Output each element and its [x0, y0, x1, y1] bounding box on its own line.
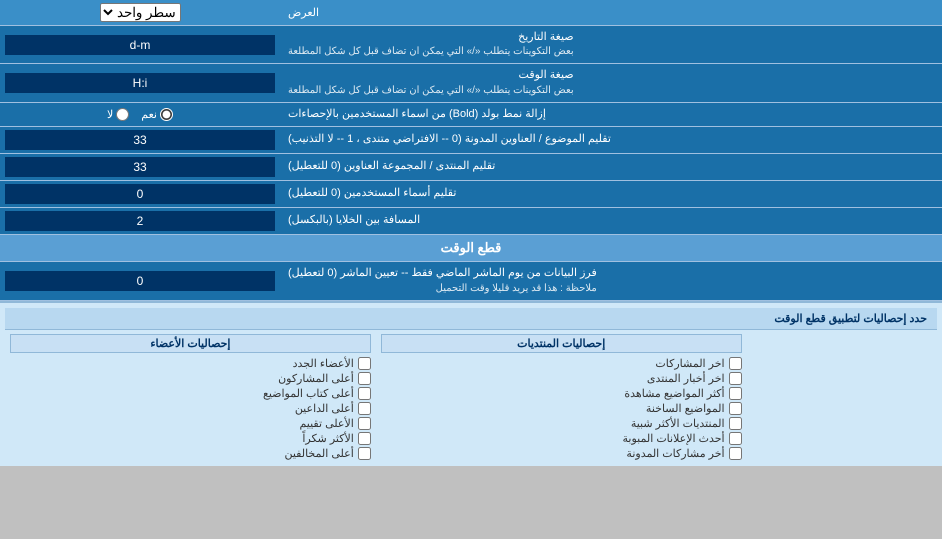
stat-item-posts-5: أحدث الإعلانات المبوبة	[381, 431, 742, 446]
forum-titles-input-wrap	[0, 154, 280, 180]
stat-checkbox-members-0[interactable]	[358, 357, 371, 370]
date-format-sublabel: بعض التكوينات يتطلب «/» التي يمكن ان تضا…	[288, 45, 574, 59]
bold-yes-radio[interactable]	[160, 108, 173, 121]
stat-item-members-2: أعلى كتاب المواضيع	[10, 386, 371, 401]
date-format-input-wrap	[0, 26, 280, 63]
bold-remove-input-wrap: نعم لا	[0, 103, 280, 126]
cutoff-days-input-wrap	[0, 262, 280, 299]
stat-item-posts-4: المنتديات الأكثر شبية	[381, 416, 742, 431]
stat-checkbox-members-4[interactable]	[358, 417, 371, 430]
time-format-title: صيغة الوقت	[288, 68, 574, 83]
stats-col-empty	[747, 334, 937, 461]
stat-checkbox-members-3[interactable]	[358, 402, 371, 415]
stat-item-members-3: أعلى الداعين	[10, 401, 371, 416]
stat-checkbox-posts-6[interactable]	[729, 447, 742, 460]
posts-stats-title: إحصاليات المنتديات	[381, 334, 742, 353]
stat-item-members-4: الأعلى تقييم	[10, 416, 371, 431]
stat-checkbox-members-1[interactable]	[358, 372, 371, 385]
cutoff-days-label: فرز البيانات من يوم الماشر الماضي فقط --…	[280, 262, 942, 299]
bold-no-radio[interactable]	[116, 108, 129, 121]
header-row: العرض سطر واحد	[0, 0, 942, 26]
members-stats-title: إحصاليات الأعضاء	[10, 334, 371, 353]
cutoff-days-input[interactable]	[5, 271, 275, 291]
stat-item-members-5: الأكثر شكراً	[10, 431, 371, 446]
header-input-area: سطر واحد	[0, 0, 280, 25]
header-label: العرض	[280, 0, 942, 25]
stat-checkbox-posts-2[interactable]	[729, 387, 742, 400]
stat-item-members-1: أعلى المشاركون	[10, 371, 371, 386]
bold-remove-label: إزالة نمط بولد (Bold) من اسماء المستخدمي…	[280, 103, 942, 126]
cell-spacing-input-wrap	[0, 208, 280, 234]
stats-section: حدد إحصاليات لتطبيق قطع الوقت إحصاليات ا…	[0, 301, 942, 466]
stats-col-posts: إحصاليات المنتديات اخر المشاركات اخر أخب…	[376, 334, 747, 461]
date-format-label: صيغة التاريخ بعض التكوينات يتطلب «/» الت…	[280, 26, 942, 63]
cutoff-days-title: فرز البيانات من يوم الماشر الماضي فقط --…	[288, 266, 597, 281]
date-format-title: صيغة التاريخ	[288, 30, 574, 45]
bold-no-label[interactable]: لا	[107, 108, 129, 121]
stats-col-members: إحصاليات الأعضاء الأعضاء الجدد أعلى المش…	[5, 334, 376, 461]
time-format-sublabel: بعض التكوينات يتطلب «/» التي يمكن ان تضا…	[288, 84, 574, 98]
time-format-input[interactable]	[5, 73, 275, 93]
stat-checkbox-posts-4[interactable]	[729, 417, 742, 430]
date-format-row: صيغة التاريخ بعض التكوينات يتطلب «/» الت…	[0, 26, 942, 64]
stat-item-members-0: الأعضاء الجدد	[10, 356, 371, 371]
stat-item-members-6: أعلى المخالفين	[10, 446, 371, 461]
stat-item-posts-0: اخر المشاركات	[381, 356, 742, 371]
bold-radio-group: نعم لا	[107, 108, 173, 121]
stat-item-posts-6: أخر مشاركات المدونة	[381, 446, 742, 461]
stat-item-posts-3: المواضيع الساخنة	[381, 401, 742, 416]
forum-titles-label: تقليم المنتدى / المجموعة العناوين (0 للت…	[280, 154, 942, 180]
topic-titles-input-wrap	[0, 127, 280, 153]
date-format-input[interactable]	[5, 35, 275, 55]
forum-titles-title: تقليم المنتدى / المجموعة العناوين (0 للت…	[288, 159, 495, 174]
topic-titles-input[interactable]	[5, 130, 275, 150]
stat-item-posts-2: أكثر المواضيع مشاهدة	[381, 386, 742, 401]
usernames-input-wrap	[0, 181, 280, 207]
stats-columns: إحصاليات المنتديات اخر المشاركات اخر أخب…	[5, 334, 937, 461]
topic-titles-title: تقليم الموضوع / العناوين المدونة (0 -- ا…	[288, 132, 611, 147]
time-format-label: صيغة الوقت بعض التكوينات يتطلب «/» التي …	[280, 64, 942, 101]
stat-checkbox-posts-5[interactable]	[729, 432, 742, 445]
stat-checkbox-members-5[interactable]	[358, 432, 371, 445]
cutoff-section-header: قطع الوقت	[0, 235, 942, 262]
stat-checkbox-members-6[interactable]	[358, 447, 371, 460]
usernames-title: تقليم أسماء المستخدمين (0 للتعطيل)	[288, 186, 456, 201]
stats-header: حدد إحصاليات لتطبيق قطع الوقت	[5, 308, 937, 330]
header-title: العرض	[288, 6, 319, 19]
bold-yes-label[interactable]: نعم	[141, 108, 173, 121]
cell-spacing-label: المسافة بين الخلايا (بالبكسل)	[280, 208, 942, 234]
time-format-row: صيغة الوقت بعض التكوينات يتطلب «/» التي …	[0, 64, 942, 102]
cell-spacing-row: المسافة بين الخلايا (بالبكسل)	[0, 208, 942, 235]
cutoff-days-sublabel: ملاحظة : هذا قد يريد قليلا وقت التحميل	[288, 282, 597, 296]
cutoff-title: قطع الوقت	[441, 240, 502, 255]
main-container: العرض سطر واحد صيغة التاريخ بعض التكوينا…	[0, 0, 942, 466]
stat-checkbox-members-2[interactable]	[358, 387, 371, 400]
stats-apply-label: حدد إحصاليات لتطبيق قطع الوقت	[774, 312, 927, 325]
bold-remove-row: إزالة نمط بولد (Bold) من اسماء المستخدمي…	[0, 103, 942, 127]
topic-titles-label: تقليم الموضوع / العناوين المدونة (0 -- ا…	[280, 127, 942, 153]
cell-spacing-title: المسافة بين الخلايا (بالبكسل)	[288, 213, 420, 228]
usernames-label: تقليم أسماء المستخدمين (0 للتعطيل)	[280, 181, 942, 207]
cutoff-days-row: فرز البيانات من يوم الماشر الماضي فقط --…	[0, 262, 942, 300]
stat-checkbox-posts-3[interactable]	[729, 402, 742, 415]
display-dropdown[interactable]: سطر واحد	[100, 3, 181, 22]
usernames-input[interactable]	[5, 184, 275, 204]
forum-titles-input[interactable]	[5, 157, 275, 177]
stat-item-posts-1: اخر أخبار المنتدى	[381, 371, 742, 386]
topic-titles-row: تقليم الموضوع / العناوين المدونة (0 -- ا…	[0, 127, 942, 154]
stat-checkbox-posts-0[interactable]	[729, 357, 742, 370]
stat-checkbox-posts-1[interactable]	[729, 372, 742, 385]
usernames-row: تقليم أسماء المستخدمين (0 للتعطيل)	[0, 181, 942, 208]
time-format-input-wrap	[0, 64, 280, 101]
cell-spacing-input[interactable]	[5, 211, 275, 231]
bold-remove-title: إزالة نمط بولد (Bold) من اسماء المستخدمي…	[288, 107, 546, 122]
forum-titles-row: تقليم المنتدى / المجموعة العناوين (0 للت…	[0, 154, 942, 181]
